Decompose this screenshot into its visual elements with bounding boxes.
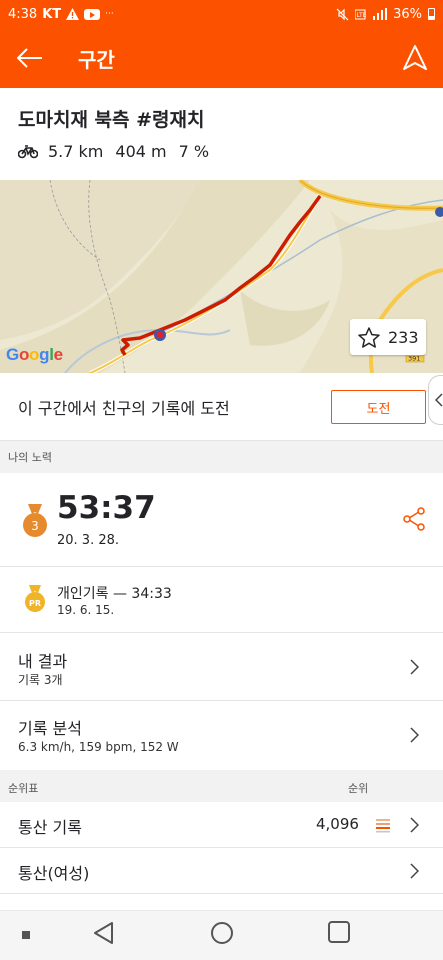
youtube-icon (84, 8, 101, 20)
status-left: 4:38 KT ··· (8, 7, 114, 22)
navigation-arrow-icon (403, 45, 427, 70)
leaderboard-header: 순위표 순위 (0, 770, 443, 802)
arrow-left-icon (17, 48, 42, 68)
chevron-right-icon (410, 817, 419, 833)
segment-distance: 5.7 km (48, 142, 104, 161)
challenge-button[interactable]: 도전 (331, 390, 426, 424)
analysis-subtitle: 6.3 km/h, 159 bpm, 152 W (18, 740, 179, 754)
my-results-subtitle: 기록 3개 (18, 673, 63, 687)
rank-column-label: 순위 (348, 782, 369, 795)
nav-dot-icon[interactable] (22, 931, 30, 939)
chevron-left-icon (434, 393, 443, 407)
pr-medal-icon: PR (25, 585, 45, 612)
latest-effort-row[interactable]: 3 53:37 20. 3. 28. (0, 474, 443, 567)
battery-percent: 36% (393, 6, 422, 22)
nav-recents-icon[interactable] (328, 921, 350, 943)
star-button[interactable]: 233 (350, 319, 426, 355)
my-efforts-label: 나의 노력 (0, 441, 443, 473)
star-count: 233 (388, 327, 419, 347)
chevron-right-icon (410, 659, 419, 675)
pr-date: 19. 6. 15. (57, 603, 115, 617)
segment-name: 도마치재 북측 #령재치 (18, 109, 205, 131)
chevron-right-icon (410, 727, 419, 743)
pr-badge: PR (29, 599, 41, 608)
google-logo: Google (6, 345, 63, 364)
svg-text:LTE: LTE (357, 12, 367, 19)
page-title: 구간 (78, 47, 115, 72)
share-icon[interactable] (402, 507, 426, 531)
medal-icon: 3 (23, 504, 47, 537)
status-time: 4:38 (8, 6, 38, 22)
overall-rank: 4,096 (316, 815, 359, 833)
star-icon (358, 326, 380, 348)
leaderboard-label: 순위표 (8, 782, 39, 795)
battery-icon (428, 8, 435, 20)
my-results-title: 내 결과 (18, 652, 68, 671)
road-sign-label: 391 (408, 355, 420, 363)
overall-title: 통산 기록 (18, 818, 82, 837)
analysis-title: 기록 분석 (18, 719, 82, 738)
segment-stats: 5.7 km 404 m 7 % (18, 142, 425, 161)
women-leaderboard-row[interactable]: 통산(여성) (0, 848, 443, 894)
mute-icon (336, 8, 349, 20)
signal-icon (373, 8, 388, 20)
segment-elevation: 404 m (115, 142, 167, 161)
effort-date: 20. 3. 28. (57, 533, 120, 548)
bike-icon (18, 144, 38, 158)
overall-leaderboard-row[interactable]: 통산 기록 4,096 (0, 802, 443, 848)
personal-record-row[interactable]: PR 개인기록 — 34:33 19. 6. 15. (0, 567, 443, 633)
lte-icon: LTE (355, 9, 367, 19)
status-right: LTE 36% (336, 7, 435, 22)
my-results-row[interactable]: 내 결과 기록 3개 (0, 633, 443, 701)
segment-grade: 7 % (178, 142, 210, 161)
back-button[interactable] (0, 28, 60, 88)
challenge-row: 이 구간에서 친구의 기록에 도전 도전 (0, 373, 443, 441)
chevron-right-icon (410, 863, 419, 879)
side-drawer-tab[interactable] (428, 375, 443, 425)
medal-rank: 3 (31, 519, 39, 533)
nav-home-icon[interactable] (210, 921, 234, 945)
segment-map[interactable]: 391 Google 233 (0, 180, 443, 373)
system-nav-bar (0, 910, 443, 960)
status-dots: ··· (105, 9, 114, 19)
status-bar: 4:38 KT ··· LTE 36% (0, 0, 443, 28)
nav-back-icon[interactable] (92, 921, 114, 945)
app-bar: 구간 (0, 28, 443, 88)
challenge-text: 이 구간에서 친구의 기록에 도전 (18, 398, 230, 418)
leaderboard-icon (376, 819, 390, 833)
analysis-row[interactable]: 기록 분석 6.3 km/h, 159 bpm, 152 W (0, 701, 443, 770)
pr-title: 개인기록 — 34:33 (57, 586, 172, 602)
effort-time: 53:37 (57, 490, 156, 526)
segment-header: 도마치재 북측 #령재치 5.7 km 404 m 7 % (0, 88, 443, 180)
women-title: 통산(여성) (18, 864, 90, 883)
navigate-button[interactable] (387, 28, 443, 88)
warning-icon (66, 8, 80, 20)
status-carrier: KT (42, 6, 62, 22)
